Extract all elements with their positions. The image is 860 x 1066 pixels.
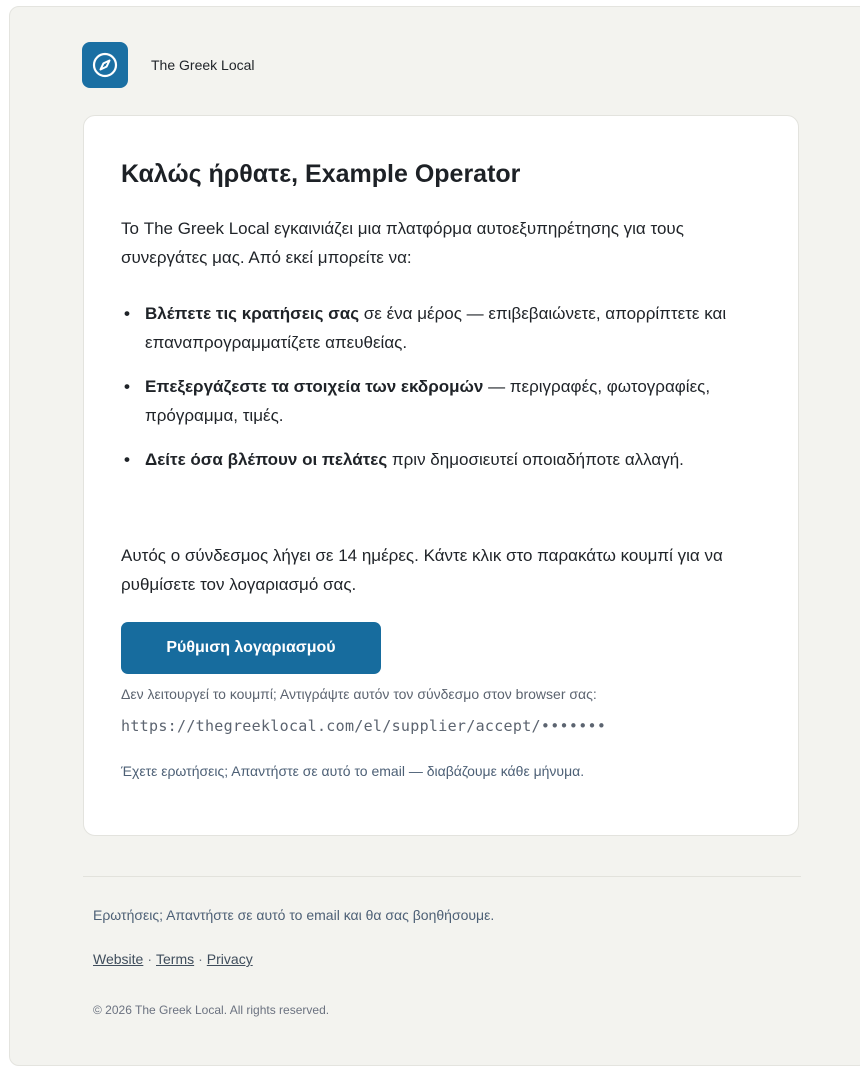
intro-text: Το The Greek Local εγκαινιάζει μια πλατφ…: [121, 219, 684, 267]
feature-title: Βλέπετε τις κρατήσεις σας: [145, 304, 360, 323]
link-separator: ·: [147, 951, 152, 967]
footer-divider: [83, 876, 801, 877]
card-questions-text: Έχετε ερωτήσεις; Απαντήστε σε αυτό το em…: [121, 763, 585, 779]
privacy-link[interactable]: Privacy: [207, 951, 253, 967]
email-page: The Greek Local Καλώς ήρθατε, Example Op…: [9, 6, 860, 1066]
list-item: • Δείτε όσα βλέπουν οι πελάτες πριν δημοσ…: [124, 450, 684, 469]
welcome-card: Καλώς ήρθατε, Example Operator Το The Gr…: [83, 115, 799, 836]
footer-questions-text: Ερωτήσεις; Απαντήστε σε αυτό το email κα…: [93, 907, 495, 923]
feature-text: πριν δημοσιευτεί οποιαδήποτε αλλαγή.: [387, 450, 684, 469]
brand-logo: [82, 42, 128, 88]
setup-account-button[interactable]: Ρύθμιση λογαριασμού: [121, 622, 381, 674]
list-item: • Επεξεργάζεστε τα στοιχεία των εκδρομών …: [124, 377, 711, 425]
expiry-note: Αυτός ο σύνδεσμος λήγει σε 14 ημέρες. Κά…: [121, 546, 723, 594]
email-header: The Greek Local: [82, 42, 255, 88]
welcome-title: Καλώς ήρθατε, Example Operator: [121, 160, 521, 188]
copyright-text: © 2026 The Greek Local. All rights reser…: [93, 1003, 330, 1017]
terms-link[interactable]: Terms: [156, 951, 194, 967]
list-item: • Βλέπετε τις κρατήσεις σας σε ένα μέρος …: [124, 304, 727, 352]
brand-name: The Greek Local: [151, 57, 255, 73]
fallback-instructions: Δεν λειτουργεί το κουμπί; Αντιγράψτε αυτ…: [121, 686, 597, 702]
footer-links: Website · Terms · Privacy: [93, 951, 253, 967]
link-separator: ·: [198, 951, 203, 967]
compass-icon: [92, 52, 118, 78]
feature-title: Δείτε όσα βλέπουν οι πελάτες: [145, 450, 388, 469]
fallback-link[interactable]: https://thegreeklocal.com/el/supplier/ac…: [121, 717, 606, 735]
website-link[interactable]: Website: [93, 951, 143, 967]
feature-list: • Βλέπετε τις κρατήσεις σας σε ένα μέρος …: [121, 299, 751, 489]
feature-title: Επεξεργάζεστε τα στοιχεία των εκδρομών: [145, 377, 484, 396]
